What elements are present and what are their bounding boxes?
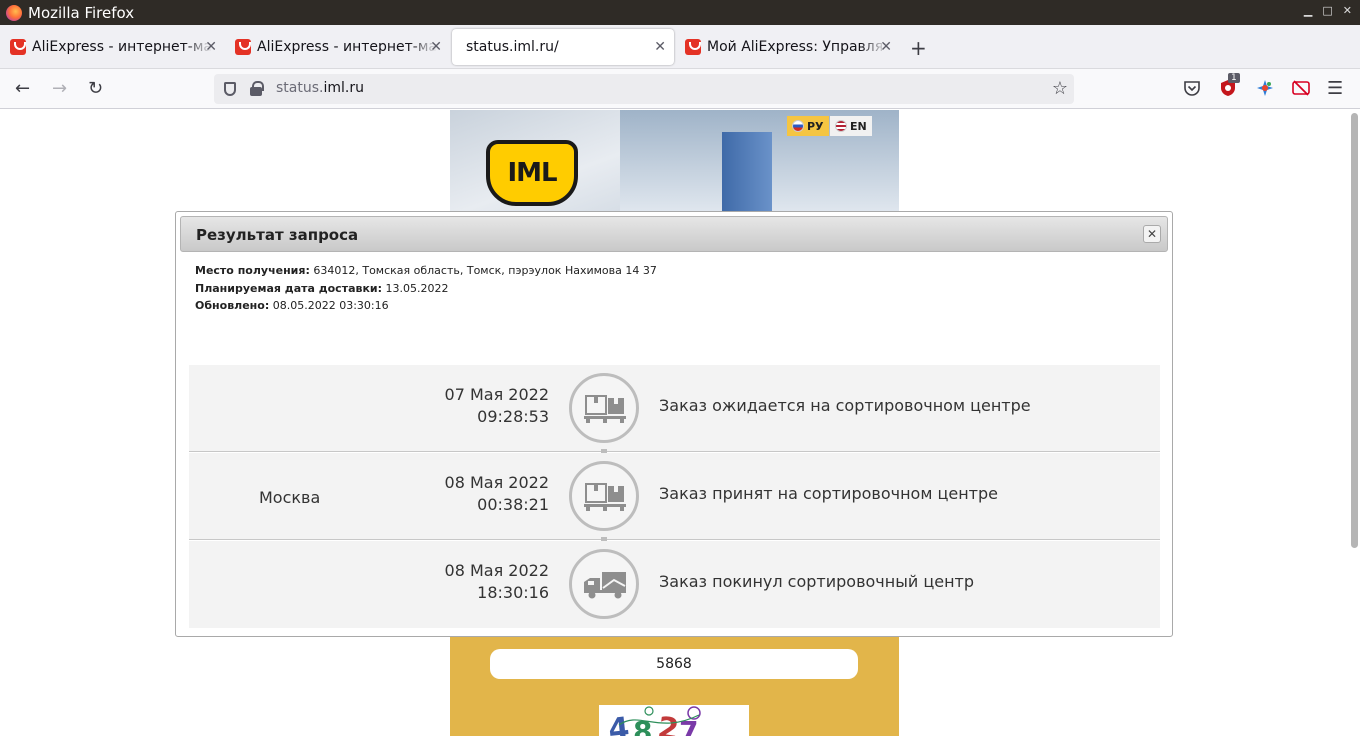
iml-logo[interactable]: IML <box>486 140 578 206</box>
lang-en-label: EN <box>850 119 867 133</box>
tab-label: Мой AliExpress: Управлять заказами <box>707 39 887 55</box>
firefox-icon <box>6 4 22 21</box>
tracking-time: 09:28:53 <box>477 407 549 426</box>
url-bar[interactable]: status.iml.ru ☆ <box>214 74 1074 104</box>
tab-strip: AliExpress - интернет-магазин ✕ AliExpre… <box>0 25 1360 69</box>
tracking-city: Москва <box>259 488 321 507</box>
planned-date-value: 13.05.2022 <box>385 282 449 295</box>
delivery-place-label: Место получения: <box>195 264 310 277</box>
aliexpress-icon <box>685 39 701 55</box>
url-domain: iml.ru <box>323 80 364 96</box>
video-blocked-icon[interactable] <box>1292 79 1310 97</box>
usa-flag-icon <box>835 120 847 132</box>
extension-pinwheel-icon[interactable] <box>1256 79 1274 97</box>
tab-close-icon[interactable]: ✕ <box>205 39 217 55</box>
tracking-time: 00:38:21 <box>477 495 549 514</box>
forward-button[interactable]: → <box>52 78 67 99</box>
tracking-row: 08 Мая 2022 18:30:16 Заказ покинул сорти… <box>189 541 1160 628</box>
svg-text:8: 8 <box>633 715 652 736</box>
tab-close-icon[interactable]: ✕ <box>430 39 442 55</box>
tab-label: status.iml.ru/ <box>466 39 559 55</box>
tracking-status: Заказ принят на сортировочном центре <box>659 484 998 503</box>
tab-aliexpress-1[interactable]: AliExpress - интернет-магазин ✕ <box>0 29 225 65</box>
tracking-form: 5868 4 8 2 7 <box>450 636 899 736</box>
ublock-badge: 1 <box>1228 73 1240 83</box>
tab-close-icon[interactable]: ✕ <box>880 39 892 55</box>
tracking-datetime: 08 Мая 2022 00:38:21 <box>389 472 549 516</box>
window-controls: ▁ □ ✕ <box>1304 4 1352 17</box>
bookmark-star-icon[interactable]: ☆ <box>1052 78 1068 99</box>
window-titlebar: Mozilla Firefox ▁ □ ✕ <box>0 0 1360 25</box>
updated-line: Обновлено: 08.05.2022 03:30:16 <box>195 299 389 312</box>
url-text[interactable]: status.iml.ru <box>276 80 364 96</box>
tracking-status: Заказ ожидается на сортировочном центре <box>659 396 1031 415</box>
tab-label: AliExpress - интернет-магазин <box>257 39 437 55</box>
tab-label: AliExpress - интернет-магазин <box>32 39 212 55</box>
tracking-timeline: 07 Мая 2022 09:28:53 Заказ ожидается на … <box>189 365 1160 628</box>
delivery-place-line: Место получения: 634012, Томская область… <box>195 264 657 277</box>
tracking-protection-icon[interactable] <box>224 82 236 96</box>
new-tab-button[interactable]: + <box>910 36 927 60</box>
tab-my-aliexpress[interactable]: Мой AliExpress: Управлять заказами ✕ <box>675 29 900 65</box>
aliexpress-icon <box>235 39 251 55</box>
updated-value: 08.05.2022 03:30:16 <box>272 299 389 312</box>
truck-icon <box>569 549 639 619</box>
tab-aliexpress-2[interactable]: AliExpress - интернет-магазин ✕ <box>225 29 450 65</box>
reload-button[interactable]: ↻ <box>88 78 103 99</box>
close-window-button[interactable]: ✕ <box>1343 4 1352 17</box>
pocket-icon[interactable] <box>1183 79 1201 97</box>
tracking-time: 18:30:16 <box>477 583 549 602</box>
maximize-button[interactable]: □ <box>1322 4 1332 17</box>
result-dialog: Результат запроса ✕ Место получения: 634… <box>175 211 1173 637</box>
menu-icon[interactable]: ☰ <box>1327 78 1343 99</box>
tracking-status: Заказ покинул сортировочный центр <box>659 572 975 591</box>
dialog-close-button[interactable]: ✕ <box>1143 225 1161 243</box>
tracking-datetime: 08 Мая 2022 18:30:16 <box>389 560 549 604</box>
dialog-header[interactable]: Результат запроса ✕ <box>180 216 1168 252</box>
tab-close-icon[interactable]: ✕ <box>654 39 666 55</box>
captcha-code-input[interactable]: 5868 <box>490 649 858 679</box>
tracking-row: Москва 08 Мая 2022 00:38:21 Заказ принят… <box>189 453 1160 540</box>
tracking-datetime: 07 Мая 2022 09:28:53 <box>389 384 549 428</box>
minimize-button[interactable]: ▁ <box>1304 4 1312 17</box>
captcha-image: 4 8 2 7 <box>599 705 749 736</box>
planned-date-label: Планируемая дата доставки: <box>195 282 383 295</box>
tracking-row: 07 Мая 2022 09:28:53 Заказ ожидается на … <box>189 365 1160 452</box>
tracking-date: 08 Мая 2022 <box>444 473 549 492</box>
dialog-title: Результат запроса <box>196 226 359 244</box>
site-header-banner: IML РУ EN <box>450 110 899 211</box>
planned-date-line: Планируемая дата доставки: 13.05.2022 <box>195 282 449 295</box>
tracking-date: 08 Мая 2022 <box>444 561 549 580</box>
updated-label: Обновлено: <box>195 299 270 312</box>
delivery-place-value: 634012, Томская область, Томск, пэрэулок… <box>313 264 657 277</box>
page-scrollbar[interactable] <box>1351 113 1358 548</box>
tab-status-iml[interactable]: status.iml.ru/ ✕ <box>452 29 674 65</box>
window-title: Mozilla Firefox <box>28 3 135 22</box>
banner-tower-image <box>722 132 772 211</box>
back-button[interactable]: ← <box>15 78 30 99</box>
svg-text:4: 4 <box>607 711 631 736</box>
russia-flag-icon <box>792 120 804 132</box>
lang-ru-button[interactable]: РУ <box>787 116 829 136</box>
warehouse-icon <box>569 373 639 443</box>
lock-icon[interactable] <box>250 81 264 96</box>
warehouse-icon <box>569 461 639 531</box>
tracking-date: 07 Мая 2022 <box>444 385 549 404</box>
lang-en-button[interactable]: EN <box>830 116 872 136</box>
url-subdomain: status. <box>276 80 324 96</box>
ublock-icon[interactable]: 1 <box>1219 73 1240 97</box>
navigation-toolbar: ← → ↻ status.iml.ru ☆ 1 ☰ <box>0 69 1360 109</box>
lang-ru-label: РУ <box>807 119 824 133</box>
aliexpress-icon <box>10 39 26 55</box>
